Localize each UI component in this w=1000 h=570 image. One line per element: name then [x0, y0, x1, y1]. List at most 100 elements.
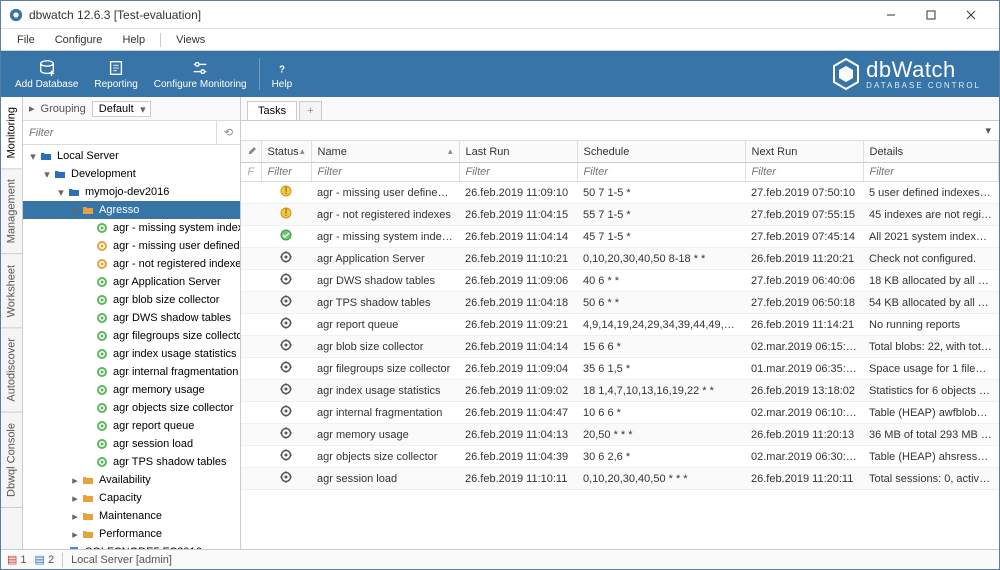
minimize-button[interactable]	[871, 2, 911, 28]
menu-file[interactable]: File	[9, 32, 43, 48]
nextrun-cell: 02.mar.2019 06:30:39	[745, 446, 863, 468]
table-row[interactable]: !agr - not registered indexes26.feb.2019…	[241, 204, 999, 226]
tree-agresso-child[interactable]: agr objects size collector	[23, 399, 240, 417]
table-row[interactable]: agr internal fragmentation26.feb.2019 11…	[241, 402, 999, 424]
tree-agresso-child[interactable]: agr Application Server	[23, 273, 240, 291]
tree-agresso-child[interactable]: agr report queue	[23, 417, 240, 435]
name-cell: agr internal fragmentation	[311, 402, 459, 424]
sidetab-autodiscover[interactable]: Autodiscover	[1, 328, 22, 413]
table-row[interactable]: agr DWS shadow tables26.feb.2019 11:09:0…	[241, 270, 999, 292]
col-status[interactable]: Status▴	[261, 141, 311, 163]
window-title: dbwatch 12.6.3 [Test-evaluation]	[29, 8, 871, 22]
lastrun-cell: 26.feb.2019 11:04:15	[459, 204, 577, 226]
col-schedule[interactable]: Schedule	[577, 141, 745, 163]
tree-agresso-child[interactable]: agr - missing system indexes	[23, 219, 240, 237]
tree-filter-input[interactable]	[23, 124, 216, 142]
table-row[interactable]: agr index usage statistics26.feb.2019 11…	[241, 380, 999, 402]
nextrun-cell: 27.feb.2019 07:55:15	[745, 204, 863, 226]
col-nextrun[interactable]: Next Run	[745, 141, 863, 163]
status-error-count[interactable]: ▤ 1	[7, 553, 27, 566]
tree-local-server[interactable]: ▾Local Server	[23, 147, 240, 165]
tree-category[interactable]: ▸Capacity	[23, 489, 240, 507]
tree-agresso-child[interactable]: agr TPS shadow tables	[23, 453, 240, 471]
grouping-select[interactable]: Default ▾	[92, 101, 151, 117]
menu-configure[interactable]: Configure	[47, 32, 111, 48]
filter-schedule[interactable]	[578, 163, 745, 181]
tree-mymojo[interactable]: ▾mymojo-dev2016	[23, 183, 240, 201]
tree-agresso[interactable]: ▾Agresso	[23, 201, 240, 219]
sidetab-management[interactable]: Management	[1, 169, 22, 254]
col-checkbox[interactable]	[241, 141, 261, 163]
sidetab-worksheet[interactable]: Worksheet	[1, 255, 22, 328]
tree-category[interactable]: ▸Maintenance	[23, 507, 240, 525]
status-info-count[interactable]: ▤ 2	[35, 553, 55, 566]
table-row[interactable]: agr TPS shadow tables26.feb.2019 11:04:1…	[241, 292, 999, 314]
name-cell: agr - missing user defined indexes	[311, 182, 459, 204]
nextrun-cell: 02.mar.2019 06:15:14	[745, 336, 863, 358]
table-row[interactable]: agr filegroups size collector26.feb.2019…	[241, 358, 999, 380]
table-row[interactable]: agr report queue26.feb.2019 11:09:214,9,…	[241, 314, 999, 336]
panel-dropdown-icon[interactable]: ▾	[981, 124, 995, 137]
lastrun-cell: 26.feb.2019 11:04:18	[459, 292, 577, 314]
tree-agresso-child[interactable]: agr memory usage	[23, 381, 240, 399]
nextrun-cell: 02.mar.2019 06:10:47	[745, 402, 863, 424]
sidetab-dbwql-console[interactable]: Dbwql Console	[1, 413, 22, 508]
table-row[interactable]: agr blob size collector26.feb.2019 11:04…	[241, 336, 999, 358]
reporting-button[interactable]: Reporting	[86, 52, 145, 96]
table-row[interactable]: agr - missing system indexes26.feb.2019 …	[241, 226, 999, 248]
tree-agresso-child[interactable]: agr - missing user defined indexes	[23, 237, 240, 255]
status-cell	[261, 292, 311, 314]
status-cell	[261, 446, 311, 468]
tree-agresso-child[interactable]: agr internal fragmentation	[23, 363, 240, 381]
expand-collapse-icon[interactable]: ▸	[29, 102, 35, 115]
tree-filter-refresh[interactable]: ⟲	[216, 121, 240, 144]
name-cell: agr - not registered indexes	[311, 204, 459, 226]
lastrun-cell: 26.feb.2019 11:04:47	[459, 402, 577, 424]
tree-agresso-child[interactable]: agr session load	[23, 435, 240, 453]
menu-views[interactable]: Views	[168, 32, 213, 48]
menu-help[interactable]: Help	[114, 32, 153, 48]
filter-details[interactable]	[864, 163, 999, 181]
details-cell: Total blobs: 22, with total size of 86 M…	[863, 336, 999, 358]
col-details[interactable]: Details	[863, 141, 999, 163]
table-row[interactable]: agr Application Server26.feb.2019 11:10:…	[241, 248, 999, 270]
sidetab-monitoring[interactable]: Monitoring	[1, 97, 22, 169]
configure-monitoring-button[interactable]: Configure Monitoring	[146, 52, 255, 96]
filter-name[interactable]	[312, 163, 459, 181]
status-cell	[261, 336, 311, 358]
tree-category[interactable]: ▸Availability	[23, 471, 240, 489]
tree-category[interactable]: ▸Performance	[23, 525, 240, 543]
maximize-button[interactable]	[911, 2, 951, 28]
lastrun-cell: 26.feb.2019 11:10:21	[459, 248, 577, 270]
table-row[interactable]: agr memory usage26.feb.2019 11:04:1320,5…	[241, 424, 999, 446]
table-row[interactable]: agr objects size collector26.feb.2019 11…	[241, 446, 999, 468]
table-row[interactable]: agr session load26.feb.2019 11:10:110,10…	[241, 468, 999, 490]
filter-nextrun[interactable]	[746, 163, 863, 181]
close-button[interactable]	[951, 2, 991, 28]
tree-agresso-child[interactable]: agr - not registered indexes	[23, 255, 240, 273]
schedule-cell: 50 6 * *	[577, 292, 745, 314]
tree-agresso-child[interactable]: agr index usage statistics	[23, 345, 240, 363]
table-row[interactable]: !agr - missing user defined indexes26.fe…	[241, 182, 999, 204]
tree-agresso-child[interactable]: agr blob size collector	[23, 291, 240, 309]
tab-add-button[interactable]: +	[299, 101, 321, 120]
tree-development[interactable]: ▾Development	[23, 165, 240, 183]
add-database-button[interactable]: Add Database	[7, 52, 86, 96]
filter-lastrun[interactable]	[460, 163, 577, 181]
name-cell: agr memory usage	[311, 424, 459, 446]
filter-status[interactable]	[262, 163, 311, 181]
tasks-table-container[interactable]: Status▴ Name▴ Last Run Schedule Next Run…	[241, 141, 999, 549]
toolbar: Add Database Reporting Configure Monitor…	[1, 51, 999, 97]
col-lastrun[interactable]: Last Run	[459, 141, 577, 163]
navigation-tree[interactable]: ▾Local Server▾Development▾mymojo-dev2016…	[23, 145, 240, 549]
schedule-cell: 18 1,4,7,10,13,16,19,22 * *	[577, 380, 745, 402]
tab-tasks[interactable]: Tasks	[247, 101, 297, 120]
filter-checkbox[interactable]: F	[241, 163, 261, 182]
details-cell: 18 KB allocated by all DWS shadow tables…	[863, 270, 999, 292]
col-name[interactable]: Name▴	[311, 141, 459, 163]
toolbar-separator	[259, 58, 260, 90]
tree-agresso-child[interactable]: agr filegroups size collector	[23, 327, 240, 345]
tree-agresso-child[interactable]: agr DWS shadow tables	[23, 309, 240, 327]
tree-panel: ▸ Grouping Default ▾ ⟲ ▾Local Server▾Dev…	[23, 97, 241, 549]
help-button[interactable]: ? Help	[264, 52, 301, 96]
